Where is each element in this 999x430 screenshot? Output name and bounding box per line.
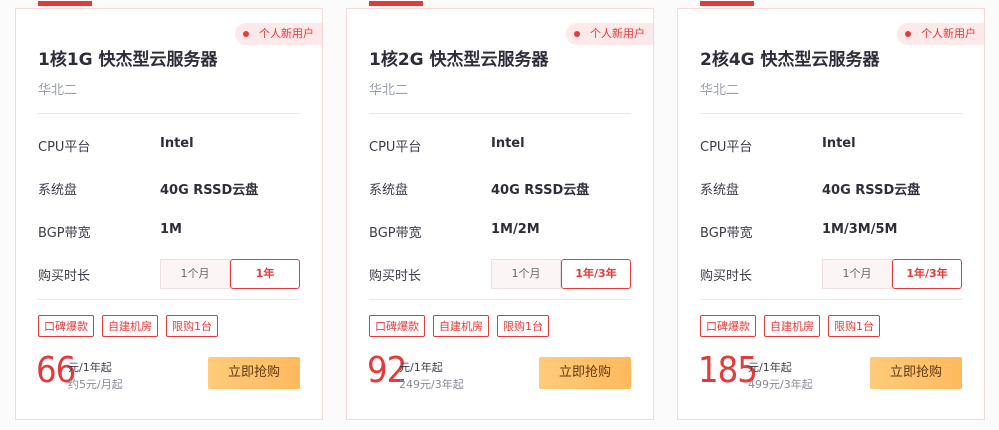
price-unit: 元/1年起 [68,361,112,374]
buy-now-button[interactable]: 立即抢购 [539,357,631,389]
price-unit: 元/1年起 [748,361,792,374]
new-user-badge: 个人新用户 [897,23,984,45]
spec-value-bandwidth: 1M [160,222,182,237]
tag: 自建机房 [102,315,158,337]
period-option-1-month[interactable]: 1个月 [822,259,892,289]
spec-label-cpu: CPU平台 [700,140,753,155]
spec-label-disk: 系统盘 [700,183,740,198]
period-selector: 1个月 1年/3年 [491,259,631,289]
region-label: 华北二 [700,83,740,98]
card-accent-bar [38,1,92,6]
spec-value-cpu: Intel [160,136,194,151]
product-card-3: 个人新用户 2核4G 快杰型云服务器 华北二 CPU平台 Intel 系统盘 4… [677,1,985,420]
period-option-1-month[interactable]: 1个月 [160,259,230,289]
card-title: 1核2G 快杰型云服务器 [369,50,549,70]
spec-label-bandwidth: BGP带宽 [700,226,753,241]
spec-label-cpu: CPU平台 [38,140,91,155]
spec-label-cpu: CPU平台 [369,140,422,155]
period-label: 购买时长 [369,269,422,284]
divider [38,113,300,114]
period-selector: 1个月 1年/3年 [822,259,962,289]
divider [700,299,962,300]
tag: 自建机房 [764,315,820,337]
tag: 口碑爆款 [700,315,756,337]
tag-list: 口碑爆款 自建机房 限购1台 [369,315,549,337]
divider [38,299,300,300]
price-monthly: 约5元/月起 [68,378,123,391]
region-label: 华北二 [38,83,78,98]
spec-label-disk: 系统盘 [38,183,78,198]
card-title: 1核1G 快杰型云服务器 [38,50,218,70]
new-user-badge: 个人新用户 [235,23,322,45]
period-label: 购买时长 [38,269,91,284]
card-accent-bar [369,1,423,6]
spec-label-bandwidth: BGP带宽 [38,226,91,241]
period-option-year[interactable]: 1年 [230,259,300,289]
price-three-year: 499元/3年起 [748,378,813,391]
tag: 口碑爆款 [38,315,94,337]
tag: 限购1台 [497,315,549,337]
spec-label-bandwidth: BGP带宽 [369,226,422,241]
period-option-year[interactable]: 1年/3年 [561,259,631,289]
tag: 限购1台 [828,315,880,337]
divider [369,299,631,300]
period-label: 购买时长 [700,269,753,284]
region-label: 华北二 [369,83,409,98]
product-card-1: 个人新用户 1核1G 快杰型云服务器 华北二 CPU平台 Intel 系统盘 4… [15,1,323,420]
tag: 自建机房 [433,315,489,337]
spec-value-disk: 40G RSSD云盘 [822,183,921,198]
price-three-year: 249元/3年起 [399,378,464,391]
tag-list: 口碑爆款 自建机房 限购1台 [700,315,880,337]
period-selector: 1个月 1年 [160,259,300,289]
spec-value-disk: 40G RSSD云盘 [491,183,590,198]
card-accent-bar [700,1,754,6]
product-card-2: 个人新用户 1核2G 快杰型云服务器 华北二 CPU平台 Intel 系统盘 4… [346,1,654,420]
new-user-badge: 个人新用户 [566,23,653,45]
spec-value-bandwidth: 1M/3M/5M [822,222,898,237]
spec-label-disk: 系统盘 [369,183,409,198]
divider [700,113,962,114]
period-option-1-month[interactable]: 1个月 [491,259,561,289]
card-title: 2核4G 快杰型云服务器 [700,50,880,70]
spec-value-cpu: Intel [822,136,856,151]
spec-value-disk: 40G RSSD云盘 [160,183,259,198]
buy-now-button[interactable]: 立即抢购 [208,357,300,389]
price-unit: 元/1年起 [399,361,443,374]
spec-value-bandwidth: 1M/2M [491,222,540,237]
tag: 限购1台 [166,315,218,337]
divider [369,113,631,114]
period-option-year[interactable]: 1年/3年 [892,259,962,289]
spec-value-cpu: Intel [491,136,525,151]
buy-now-button[interactable]: 立即抢购 [870,357,962,389]
tag: 口碑爆款 [369,315,425,337]
tag-list: 口碑爆款 自建机房 限购1台 [38,315,218,337]
